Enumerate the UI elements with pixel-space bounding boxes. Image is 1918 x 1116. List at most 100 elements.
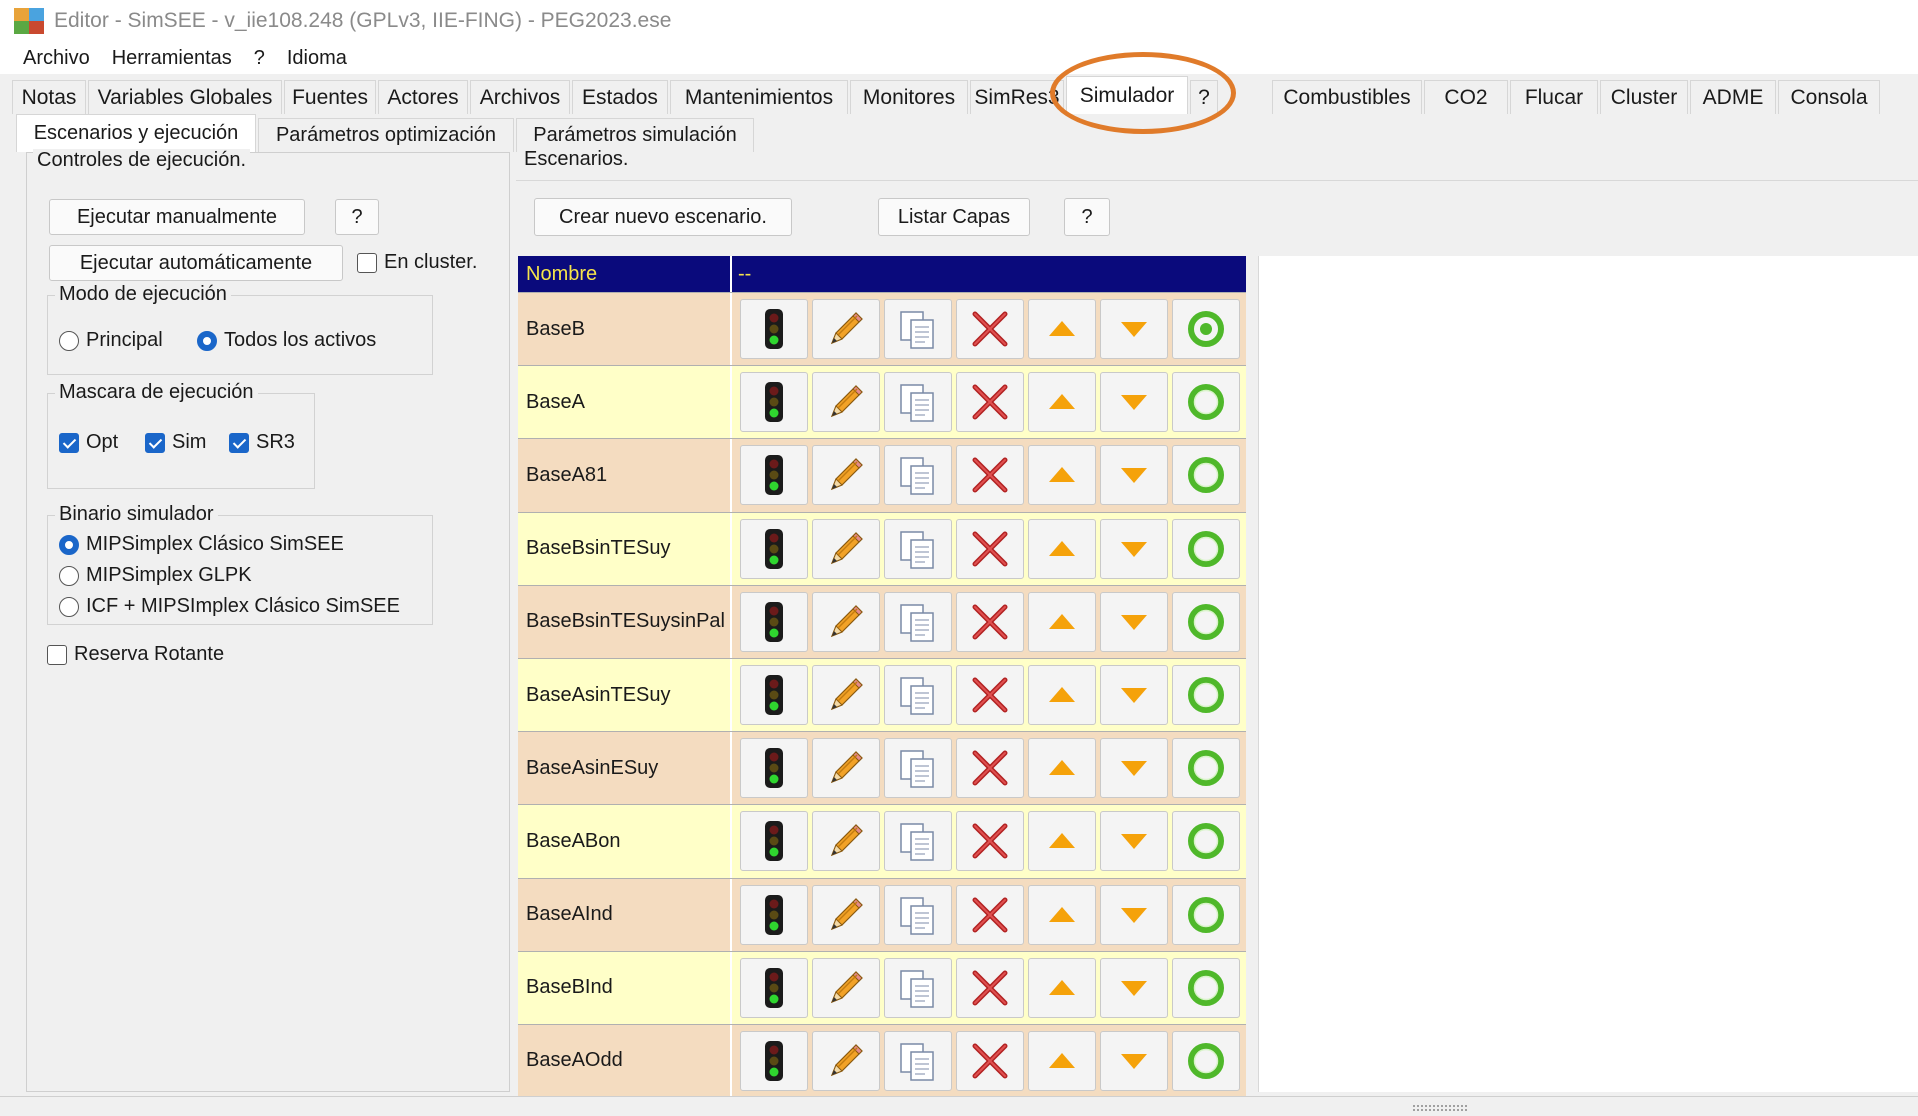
table-row[interactable]: BaseAsinESuy [518, 731, 1246, 805]
table-row[interactable]: BaseB [518, 292, 1246, 366]
move-up-button[interactable] [1028, 665, 1096, 726]
move-down-button[interactable] [1100, 445, 1168, 506]
activate-button[interactable] [1172, 591, 1240, 652]
status-button[interactable] [740, 591, 808, 652]
delete-button[interactable] [956, 957, 1024, 1018]
tab-actores[interactable]: Actores [378, 80, 468, 114]
copy-button[interactable] [884, 299, 952, 360]
delete-button[interactable] [956, 884, 1024, 945]
copy-button[interactable] [884, 372, 952, 433]
delete-button[interactable] [956, 299, 1024, 360]
resize-grip-icon[interactable] [1412, 1104, 1468, 1112]
tab-fuentes[interactable]: Fuentes [284, 80, 376, 114]
edit-button[interactable] [812, 884, 880, 945]
activate-button[interactable] [1172, 738, 1240, 799]
tab-parametros-optimizacion[interactable]: Parámetros optimización [258, 118, 514, 152]
new-scenario-button[interactable]: Crear nuevo escenario. [534, 198, 792, 236]
tab-simres3[interactable]: SimRes3 [970, 80, 1064, 114]
copy-button[interactable] [884, 738, 952, 799]
scenarios-help-button[interactable]: ? [1064, 198, 1110, 236]
move-up-button[interactable] [1028, 591, 1096, 652]
edit-button[interactable] [812, 665, 880, 726]
menu-herramientas[interactable]: Herramientas [101, 47, 243, 70]
checkbox-opt-box[interactable] [59, 432, 79, 453]
move-down-button[interactable] [1100, 1030, 1168, 1091]
cluster-checkbox-box[interactable] [357, 252, 377, 273]
copy-button[interactable] [884, 665, 952, 726]
delete-button[interactable] [956, 591, 1024, 652]
activate-button[interactable] [1172, 445, 1240, 506]
table-row[interactable]: BaseBsinTESuysinPal [518, 584, 1246, 658]
radio-mipsimplex-glpk-dot[interactable] [59, 565, 79, 586]
radio-todos-activos-dot[interactable] [197, 330, 217, 351]
tab-co2[interactable]: CO2 [1424, 80, 1508, 114]
scenario-name[interactable]: BaseAsinTESuy [518, 658, 732, 732]
radio-icf-mipsimplex-dot[interactable] [59, 596, 79, 617]
tab-archivos[interactable]: Archivos [470, 80, 570, 114]
move-up-button[interactable] [1028, 957, 1096, 1018]
edit-button[interactable] [812, 957, 880, 1018]
status-button[interactable] [740, 884, 808, 945]
delete-button[interactable] [956, 518, 1024, 579]
help-button[interactable]: ? [335, 199, 379, 235]
table-row[interactable]: BaseABon [518, 804, 1246, 878]
scenario-name[interactable]: BaseAOdd [518, 1024, 732, 1098]
status-button[interactable] [740, 957, 808, 1018]
tab-escenarios-ejecucion[interactable]: Escenarios y ejecución [16, 114, 256, 152]
tab-variables-globales[interactable]: Variables Globales [88, 80, 282, 114]
tab-combustibles[interactable]: Combustibles [1272, 80, 1422, 114]
status-button[interactable] [740, 372, 808, 433]
scenario-name[interactable]: BaseAsinESuy [518, 732, 732, 805]
tab-help[interactable]: ? [1190, 80, 1218, 114]
copy-button[interactable] [884, 445, 952, 506]
tab-adme[interactable]: ADME [1690, 80, 1776, 114]
scenario-name[interactable]: BaseAInd [518, 878, 732, 951]
move-up-button[interactable] [1028, 518, 1096, 579]
radio-todos-activos[interactable]: Todos los activos [197, 329, 376, 352]
copy-button[interactable] [884, 591, 952, 652]
radio-mipsimplex-clasico-dot[interactable] [59, 534, 79, 555]
activate-button[interactable] [1172, 518, 1240, 579]
move-up-button[interactable] [1028, 372, 1096, 433]
radio-principal-dot[interactable] [59, 330, 79, 351]
checkbox-sr3-box[interactable] [229, 432, 249, 453]
copy-button[interactable] [884, 518, 952, 579]
scenario-name[interactable]: BaseBInd [518, 951, 732, 1024]
copy-button[interactable] [884, 884, 952, 945]
edit-button[interactable] [812, 445, 880, 506]
move-down-button[interactable] [1100, 518, 1168, 579]
activate-button[interactable] [1172, 811, 1240, 872]
delete-button[interactable] [956, 665, 1024, 726]
status-button[interactable] [740, 518, 808, 579]
move-down-button[interactable] [1100, 957, 1168, 1018]
status-button[interactable] [740, 445, 808, 506]
checkbox-sim-box[interactable] [145, 432, 165, 453]
move-up-button[interactable] [1028, 299, 1096, 360]
move-up-button[interactable] [1028, 738, 1096, 799]
tab-cluster[interactable]: Cluster [1600, 80, 1688, 114]
activate-button[interactable] [1172, 884, 1240, 945]
move-down-button[interactable] [1100, 299, 1168, 360]
edit-button[interactable] [812, 738, 880, 799]
menu-archivo[interactable]: Archivo [12, 47, 101, 70]
list-layers-button[interactable]: Listar Capas [878, 198, 1030, 236]
table-row[interactable]: BaseAOdd [518, 1023, 1246, 1098]
move-down-button[interactable] [1100, 884, 1168, 945]
run-manual-button[interactable]: Ejecutar manualmente [49, 199, 305, 235]
activate-button[interactable] [1172, 372, 1240, 433]
copy-button[interactable] [884, 811, 952, 872]
radio-icf-mipsimplex[interactable]: ICF + MIPSImplex Clásico SimSEE [59, 595, 400, 618]
status-button[interactable] [740, 665, 808, 726]
cluster-checkbox[interactable]: En cluster. [357, 251, 477, 274]
tab-simulador[interactable]: Simulador [1066, 76, 1188, 114]
reserva-rotante-checkbox[interactable]: Reserva Rotante [47, 643, 224, 666]
tab-flucar[interactable]: Flucar [1510, 80, 1598, 114]
move-down-button[interactable] [1100, 811, 1168, 872]
table-row[interactable]: BaseAsinTESuy [518, 657, 1246, 732]
edit-button[interactable] [812, 1030, 880, 1091]
edit-button[interactable] [812, 591, 880, 652]
activate-button[interactable] [1172, 665, 1240, 726]
delete-button[interactable] [956, 738, 1024, 799]
tab-notas[interactable]: Notas [12, 80, 86, 114]
run-auto-button[interactable]: Ejecutar automáticamente [49, 245, 343, 281]
